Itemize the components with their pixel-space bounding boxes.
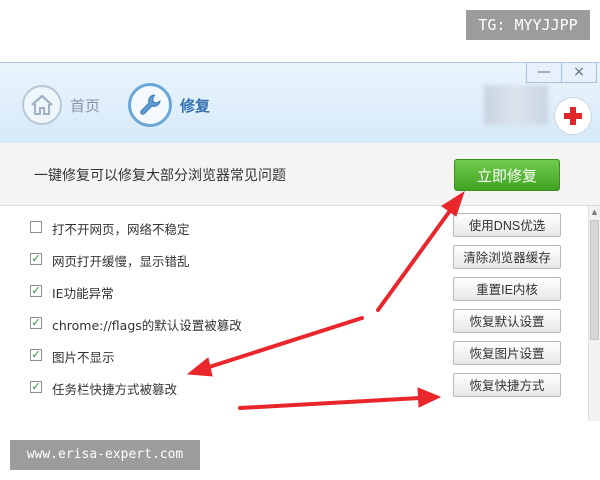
watermark-bottom: www.erisa-expert.com: [10, 440, 200, 470]
arrow-line-image: [204, 316, 364, 370]
arrow-head-image: [186, 357, 213, 377]
arrow-line-shortcut: [238, 396, 422, 410]
annotation-arrows: [186, 190, 465, 410]
arrow-line-fix: [376, 206, 454, 312]
arrow-head-shortcut: [417, 387, 442, 408]
arrow-head-fix: [441, 190, 465, 217]
